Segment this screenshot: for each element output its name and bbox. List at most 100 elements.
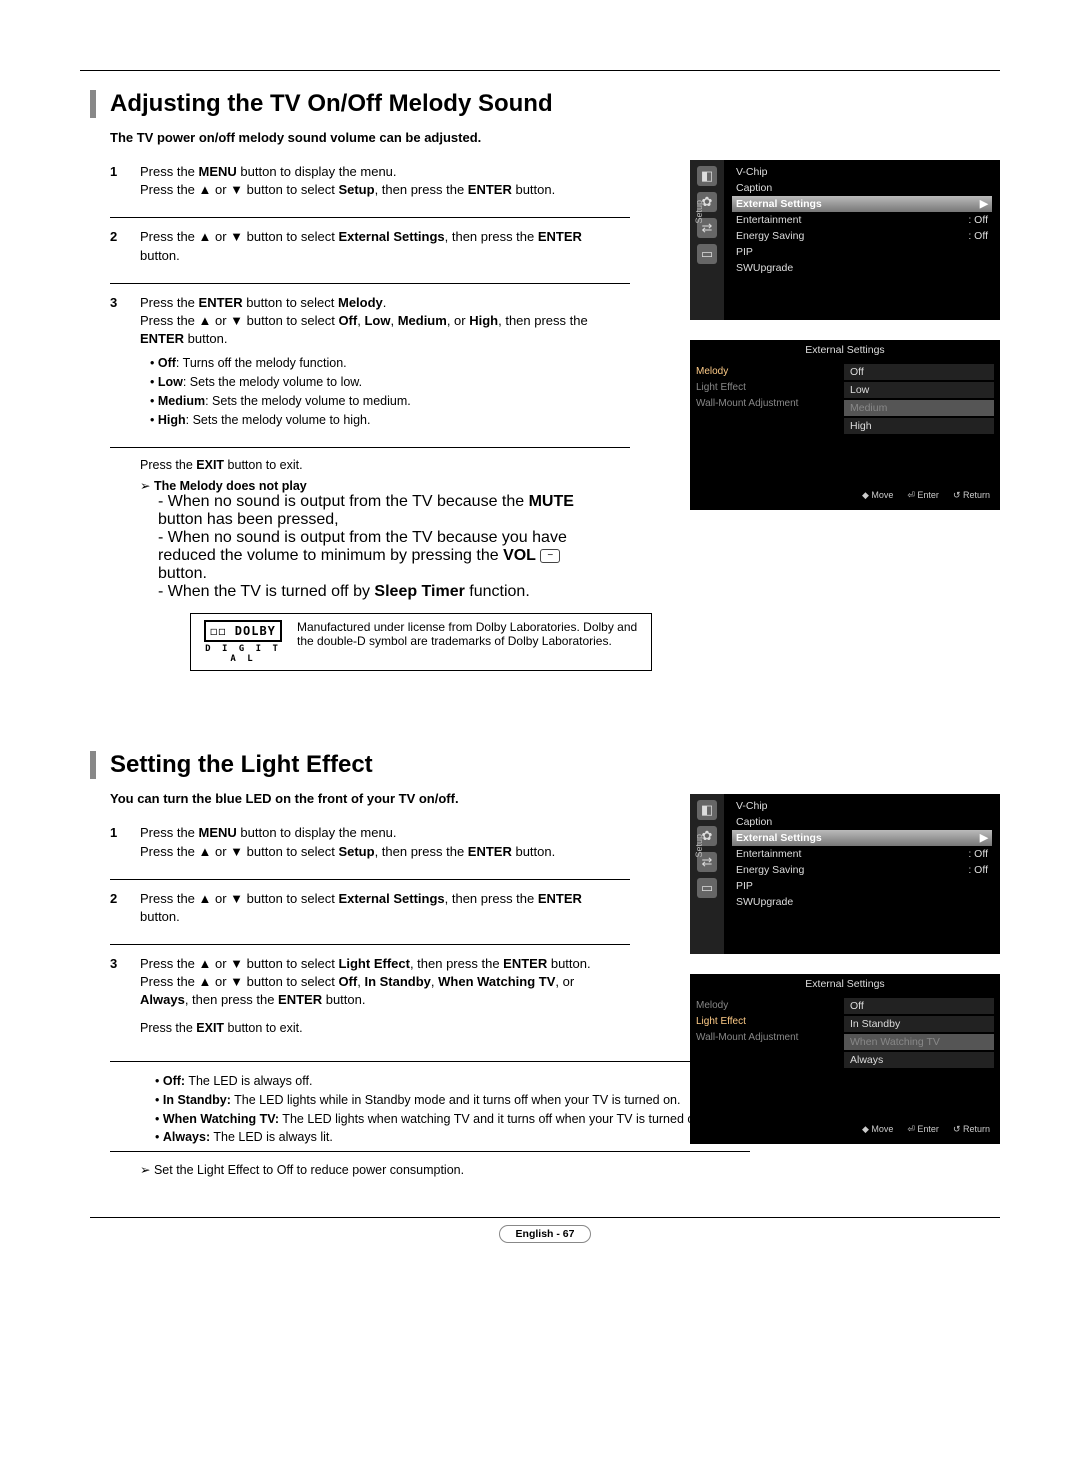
bullet-off: Off: Turns off the melody function.: [150, 354, 610, 373]
t: , or: [555, 974, 574, 989]
osd-item-caption: Caption: [736, 816, 772, 828]
t: Setup: [338, 182, 374, 197]
t: MENU: [199, 825, 237, 840]
osd-footer-return: ↺ Return: [953, 490, 990, 501]
t: ENTER: [538, 891, 582, 906]
osd-menu-list-2: V-Chip Caption External Settings▶ Entert…: [724, 794, 1000, 954]
t: High: [469, 313, 498, 328]
t: ENTER: [468, 182, 512, 197]
rule: [110, 283, 630, 284]
t: Press the ▲ or ▼ button to select: [140, 974, 338, 989]
osd-item-sw: SWUpgrade: [736, 896, 793, 908]
osd-item-entertainment: Entertainment: [736, 214, 801, 226]
t: button.: [140, 909, 180, 924]
no-play-mute: When no sound is output from the TV beca…: [158, 493, 610, 529]
rule: [110, 944, 630, 945]
osd-opt-l-always: Always: [844, 1052, 994, 1068]
rule: [110, 1061, 750, 1062]
t: button.: [140, 248, 180, 263]
osd-opt-off: Off: [844, 364, 994, 380]
osd-item-entertainment-v: : Off: [968, 848, 988, 860]
osd-item-energy: Energy Saving: [736, 230, 804, 242]
osd-item-caption: Caption: [736, 182, 772, 194]
osd-item-pip: PIP: [736, 246, 753, 258]
no-play-vol: When no sound is output from the TV beca…: [158, 529, 610, 583]
t: Setup: [338, 844, 374, 859]
osd-left-melody-2: Melody: [696, 998, 836, 1014]
section-title-melody: Adjusting the TV On/Off Melody Sound: [90, 90, 1000, 118]
exit-note-melody: Press the EXIT button to exit. The Melod…: [140, 458, 610, 671]
t: , then press the: [185, 992, 278, 1007]
osd-item-energy-v: : Off: [968, 230, 988, 242]
t: , then press the: [375, 182, 468, 197]
osd-sidebar: ◧ ✿ ⇄ ▭: [690, 160, 724, 320]
top-border: [80, 70, 1000, 71]
osd-icon-picture: ◧: [697, 800, 717, 820]
t: Press the ▲ or ▼ button to select: [140, 956, 338, 971]
t: Press the ▲ or ▼ button to select: [140, 313, 338, 328]
t: button to display the menu.: [237, 164, 397, 179]
osd-item-sw: SWUpgrade: [736, 262, 793, 274]
osd-opt-l-standby: In Standby: [844, 1016, 994, 1032]
osd-ext-header-2: External Settings: [690, 974, 1000, 994]
page-footer: English - 67: [90, 1224, 1000, 1243]
osd-external-melody: External Settings Melody Light Effect Wa…: [690, 340, 1000, 510]
t: ENTER: [140, 331, 184, 346]
t: button to select: [243, 295, 338, 310]
bullet-medium: Medium: Sets the melody volume to medium…: [150, 392, 610, 411]
osd-opt-high: High: [844, 418, 994, 434]
t: button.: [322, 992, 365, 1007]
osd-item-vchip: V-Chip: [736, 166, 768, 178]
t: ENTER: [278, 992, 322, 1007]
osd-icon-picture: ◧: [697, 166, 717, 186]
osd-footer-move: ◆ Move: [862, 490, 893, 501]
osd-left-wall-2: Wall-Mount Adjustment: [696, 1030, 836, 1046]
t: Press the: [140, 164, 199, 179]
t: Press the ▲ or ▼ button to select: [140, 182, 338, 197]
t: ENTER: [538, 229, 582, 244]
osd-item-entertainment: Entertainment: [736, 848, 801, 860]
t: External Settings: [338, 229, 444, 244]
light-tip: Set the Light Effect to Off to reduce po…: [140, 1162, 1000, 1177]
osd-footer-return: ↺ Return: [953, 1124, 990, 1135]
vol-minus-key-icon: −: [540, 549, 560, 563]
osd-ext-header: External Settings: [690, 340, 1000, 360]
osd-item-energy-v: : Off: [968, 864, 988, 876]
osd-footer-move: ◆ Move: [862, 1124, 893, 1135]
osd-left-light-2: Light Effect: [696, 1014, 836, 1030]
rule: [110, 447, 630, 448]
no-play-sleep: When the TV is turned off by Sleep Timer…: [158, 583, 610, 601]
t: button.: [184, 331, 227, 346]
bottom-border: [90, 1217, 1000, 1218]
osd-setup-label-2: Setup: [694, 834, 704, 858]
osd-item-pip: PIP: [736, 880, 753, 892]
t: Press the: [140, 825, 199, 840]
osd-item-entertainment-v: : Off: [968, 214, 988, 226]
t: ENTER: [468, 844, 512, 859]
t: button.: [547, 956, 590, 971]
t: button.: [512, 182, 555, 197]
t: Off: [338, 313, 357, 328]
t: , then press the: [445, 229, 538, 244]
t: MENU: [199, 164, 237, 179]
rule: [110, 1151, 750, 1152]
t: , then press the: [375, 844, 468, 859]
t: Press the: [140, 295, 199, 310]
t: External Settings: [338, 891, 444, 906]
dolby-text: Manufactured under license from Dolby La…: [297, 620, 641, 648]
osd-opt-l-off: Off: [844, 998, 994, 1014]
osd-opt-l-watch: When Watching TV: [844, 1034, 994, 1050]
osd-left-light: Light Effect: [696, 380, 836, 396]
osd-menu-list: V-Chip Caption External Settings▶ Entert…: [724, 160, 1000, 320]
t: Always: [140, 992, 185, 1007]
t: , then press the: [410, 956, 503, 971]
t: Medium: [398, 313, 447, 328]
t: In Standby: [364, 974, 430, 989]
bullet-high: High: Sets the melody volume to high.: [150, 411, 610, 430]
t: , then press the: [498, 313, 588, 328]
t: ENTER: [199, 295, 243, 310]
osd-setup-menu-2: Setup ◧ ✿ ⇄ ▭ V-Chip Caption External Se…: [690, 794, 1000, 954]
subtitle-melody: The TV power on/off melody sound volume …: [110, 130, 1000, 145]
t: , then press the: [445, 891, 538, 906]
t: ENTER: [503, 956, 547, 971]
